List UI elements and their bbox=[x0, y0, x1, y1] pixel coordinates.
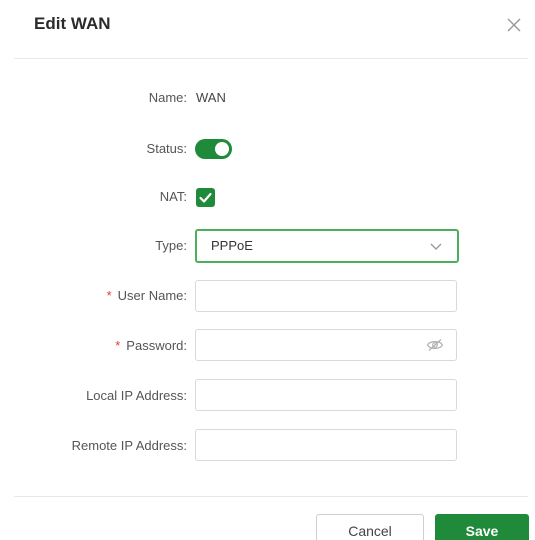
nat-label: NAT: bbox=[159, 189, 187, 204]
footer-divider bbox=[14, 496, 528, 497]
cancel-button[interactable]: Cancel bbox=[316, 514, 424, 540]
status-toggle[interactable] bbox=[195, 139, 232, 159]
password-label: * Password: bbox=[115, 338, 187, 353]
toggle-knob bbox=[215, 142, 229, 156]
close-button[interactable] bbox=[503, 14, 525, 36]
password-input[interactable] bbox=[195, 329, 457, 361]
type-select-value: PPPoE bbox=[211, 238, 253, 253]
remote-ip-label: Remote IP Address: bbox=[71, 438, 187, 453]
dialog-header: Edit WAN bbox=[0, 0, 535, 58]
local-ip-input[interactable] bbox=[195, 379, 457, 411]
username-label-text: User Name: bbox=[117, 288, 187, 303]
save-button[interactable]: Save bbox=[435, 514, 529, 540]
header-divider bbox=[14, 58, 528, 59]
required-mark: * bbox=[115, 338, 121, 353]
close-icon bbox=[507, 18, 521, 32]
type-select[interactable]: PPPoE bbox=[195, 229, 459, 263]
username-input[interactable] bbox=[195, 280, 457, 312]
name-value: WAN bbox=[196, 90, 226, 105]
type-label: Type: bbox=[155, 238, 187, 253]
chevron-down-icon bbox=[430, 243, 442, 250]
edit-wan-dialog: Edit WAN Name: WAN Status: NAT: Type: PP… bbox=[0, 0, 535, 540]
dialog-title: Edit WAN bbox=[34, 14, 111, 33]
local-ip-label: Local IP Address: bbox=[86, 388, 187, 403]
password-label-text: Password: bbox=[126, 338, 187, 353]
nat-checkbox[interactable] bbox=[196, 188, 215, 207]
status-label: Status: bbox=[146, 141, 187, 156]
eye-off-icon[interactable] bbox=[426, 338, 444, 352]
username-label: * User Name: bbox=[107, 288, 187, 303]
required-mark: * bbox=[106, 288, 112, 303]
remote-ip-input[interactable] bbox=[195, 429, 457, 461]
name-label: Name: bbox=[148, 90, 187, 105]
check-icon bbox=[199, 192, 212, 203]
